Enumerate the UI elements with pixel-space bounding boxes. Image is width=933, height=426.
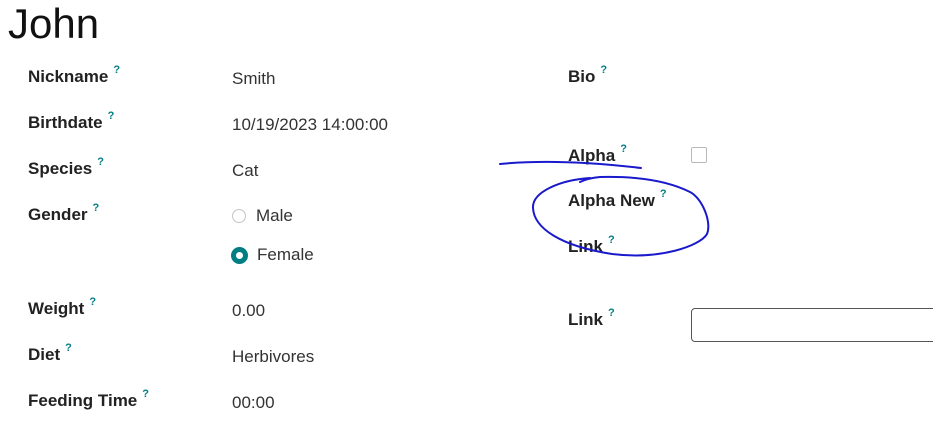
feeding-time-label-text: Feeding Time [28, 391, 138, 410]
annotation-overlay [499, 160, 710, 257]
alpha-help-icon[interactable]: ? [620, 143, 627, 155]
link-input[interactable] [691, 308, 933, 342]
link-readonly-label-text: Link [568, 237, 603, 256]
alpha-new-help-icon[interactable]: ? [660, 188, 667, 200]
gender-help-icon[interactable]: ? [93, 202, 100, 214]
gender-label-text: Gender [28, 205, 88, 224]
nickname-help-icon[interactable]: ? [113, 64, 120, 76]
species-value[interactable]: Cat [232, 160, 258, 182]
link-readonly-help-icon[interactable]: ? [608, 234, 615, 246]
bio-label: Bio? [568, 64, 607, 90]
birthdate-label-text: Birthdate [28, 113, 103, 132]
alpha-checkbox[interactable] [691, 147, 707, 163]
feeding-time-label: Feeding Time? [28, 388, 149, 414]
alpha-new-label-text: Alpha New [568, 191, 655, 210]
record-title: John [8, 0, 100, 47]
feeding-time-value[interactable]: 00:00 [232, 392, 275, 414]
diet-value[interactable]: Herbivores [232, 346, 314, 368]
weight-label: Weight? [28, 296, 96, 322]
nickname-label-text: Nickname [28, 67, 109, 86]
weight-value[interactable]: 0.00 [232, 300, 265, 322]
nickname-value[interactable]: Smith [232, 68, 275, 90]
gender-option-male-label: Male [256, 206, 293, 225]
alpha-label-text: Alpha [568, 146, 616, 165]
gender-option-female-label: Female [257, 245, 314, 264]
link-label-text: Link [568, 310, 603, 329]
nickname-label: Nickname? [28, 64, 120, 90]
gender-label: Gender? [28, 202, 100, 228]
species-help-icon[interactable]: ? [97, 156, 104, 168]
link-help-icon[interactable]: ? [608, 307, 615, 319]
bio-help-icon[interactable]: ? [600, 64, 607, 76]
species-label: Species? [28, 156, 104, 182]
birthdate-help-icon[interactable]: ? [108, 110, 115, 122]
gender-option-male[interactable]: Male [232, 205, 293, 227]
diet-help-icon[interactable]: ? [65, 342, 72, 354]
species-label-text: Species [28, 159, 93, 178]
radio-checked-icon[interactable] [231, 246, 248, 264]
alpha-new-label: Alpha New? [568, 188, 667, 214]
link-label: Link? [568, 307, 615, 333]
record-form: John Nickname? Smith Birthdate? 10/19/20… [0, 0, 933, 426]
radio-unchecked-icon[interactable] [232, 209, 246, 223]
diet-label-text: Diet [28, 345, 61, 364]
link-readonly-label: Link? [568, 234, 615, 260]
birthdate-label: Birthdate? [28, 110, 115, 136]
gender-option-female[interactable]: Female [231, 244, 314, 266]
feeding-time-help-icon[interactable]: ? [142, 388, 149, 400]
diet-label: Diet? [28, 342, 72, 368]
bio-label-text: Bio [568, 67, 596, 86]
annotation-circle [531, 175, 710, 257]
birthdate-value[interactable]: 10/19/2023 14:00:00 [232, 114, 388, 136]
weight-help-icon[interactable]: ? [89, 296, 96, 308]
alpha-label: Alpha? [568, 143, 627, 169]
weight-label-text: Weight [28, 299, 85, 318]
